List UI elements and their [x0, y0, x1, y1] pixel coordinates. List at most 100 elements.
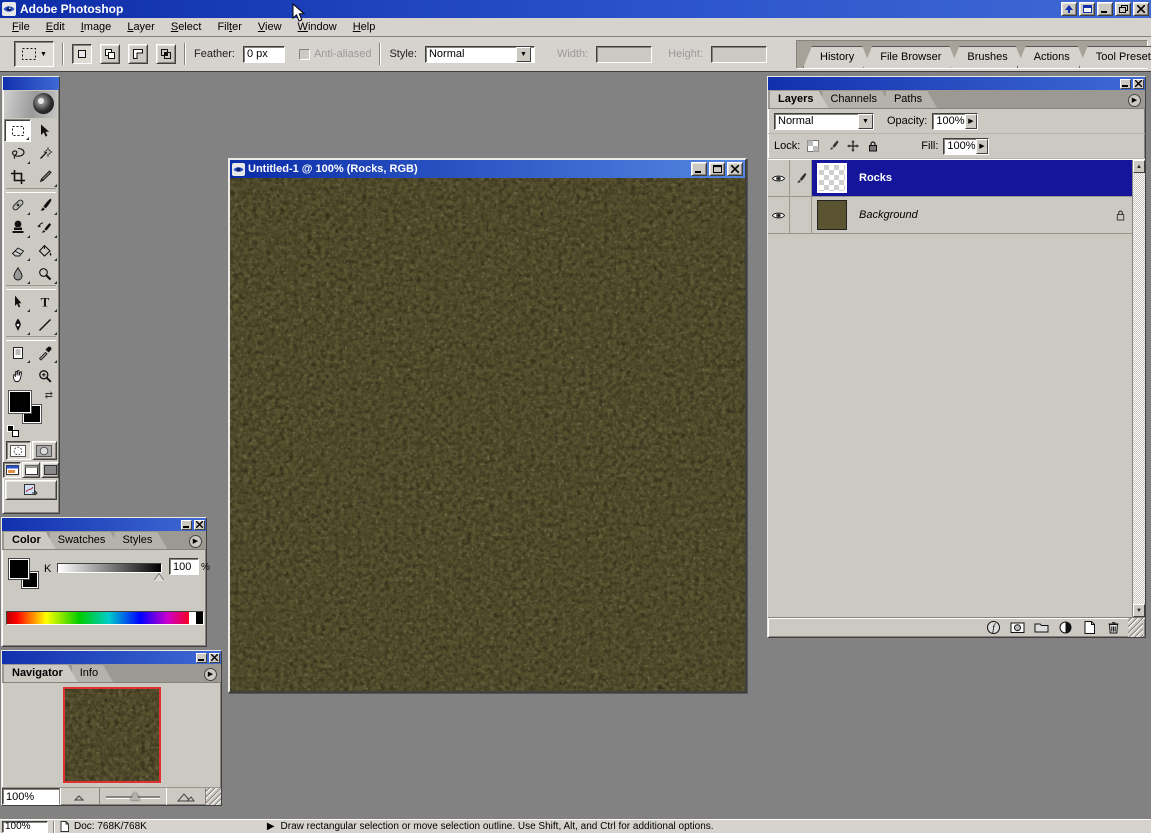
resize-grip[interactable]: [206, 788, 221, 805]
selection-mode-new-button[interactable]: [72, 44, 92, 64]
style-dropdown-arrow-icon[interactable]: ▼: [516, 47, 531, 62]
visibility-eye-icon[interactable]: [768, 197, 790, 233]
active-brush-icon[interactable]: [790, 160, 812, 196]
standard-screen-mode-button[interactable]: [3, 462, 21, 478]
add-layer-mask-icon[interactable]: [1008, 620, 1026, 636]
close-icon[interactable]: [1133, 79, 1144, 89]
canvas[interactable]: [230, 178, 745, 691]
tool-healing-brush[interactable]: [4, 193, 31, 216]
dropdown-arrow-icon[interactable]: ▼: [858, 114, 873, 129]
menu-file[interactable]: File: [4, 18, 38, 37]
photoshop-logo[interactable]: [5, 91, 57, 118]
scroll-down-icon[interactable]: ▼: [1133, 604, 1145, 617]
tool-history-brush[interactable]: [31, 216, 58, 239]
navigator-titlebar[interactable]: [2, 651, 221, 664]
palette-well-tab-history[interactable]: History: [803, 46, 871, 68]
tab-color[interactable]: Color: [4, 532, 56, 549]
menu-select[interactable]: Select: [163, 18, 210, 37]
menu-view[interactable]: View: [250, 18, 290, 37]
tool-type[interactable]: T: [31, 290, 58, 313]
close-icon[interactable]: [194, 520, 205, 530]
menu-edit[interactable]: Edit: [38, 18, 73, 37]
palette-well-tab-brushes[interactable]: Brushes: [950, 46, 1024, 68]
tool-slice[interactable]: [31, 165, 58, 188]
palette-well-tab-file-browser[interactable]: File Browser: [863, 46, 958, 68]
layer-thumbnail-background[interactable]: [817, 200, 847, 230]
style-dropdown[interactable]: Normal ▼: [425, 46, 535, 63]
close-icon[interactable]: [209, 653, 220, 663]
slider-thumb[interactable]: [130, 792, 140, 800]
toolbox-titlebar[interactable]: [3, 77, 59, 90]
tool-pen[interactable]: [4, 313, 31, 336]
visibility-eye-icon[interactable]: [768, 160, 790, 196]
selection-mode-add-button[interactable]: [100, 44, 120, 64]
zoom-out-icon[interactable]: [60, 788, 100, 805]
layers-titlebar[interactable]: [768, 77, 1145, 90]
tool-blur[interactable]: [4, 262, 31, 285]
feather-input[interactable]: [243, 46, 285, 63]
fullscreen-with-menu-button[interactable]: [22, 462, 40, 478]
doc-maximize-button[interactable]: [709, 162, 725, 176]
navigator-zoom-slider[interactable]: [100, 788, 166, 805]
tab-navigator[interactable]: Navigator: [4, 665, 78, 682]
palette-menu-icon[interactable]: ▶: [189, 535, 202, 548]
minimize-icon[interactable]: [181, 520, 192, 530]
tool-clone-stamp[interactable]: [4, 216, 31, 239]
lock-position-icon[interactable]: [845, 139, 860, 154]
link-cell-empty[interactable]: [790, 197, 812, 233]
layer-thumbnail-transparent[interactable]: [817, 163, 847, 193]
tool-rectangular-marquee[interactable]: [4, 119, 31, 142]
zoom-in-icon[interactable]: [166, 788, 206, 805]
palette-well-tab-actions[interactable]: Actions: [1017, 46, 1087, 68]
new-layer-set-icon[interactable]: [1032, 620, 1050, 636]
tool-move[interactable]: [31, 119, 58, 142]
tool-brush[interactable]: [31, 193, 58, 216]
tab-swatches[interactable]: Swatches: [50, 532, 121, 549]
resize-grip[interactable]: [1128, 618, 1143, 637]
tab-layers[interactable]: Layers: [770, 91, 828, 108]
tab-channels[interactable]: Channels: [822, 91, 891, 108]
tool-line[interactable]: [31, 313, 58, 336]
foreground-color-swatch[interactable]: [9, 391, 31, 413]
doc-size-label[interactable]: Doc: 768K/768K: [74, 821, 147, 832]
menu-image[interactable]: Image: [73, 18, 120, 37]
document-titlebar[interactable]: Untitled-1 @ 100% (Rocks, RGB): [230, 160, 745, 178]
stepper-arrow-icon[interactable]: ▶: [976, 139, 989, 154]
layer-name[interactable]: Background: [852, 197, 1115, 233]
tool-zoom[interactable]: [31, 364, 58, 387]
tool-dodge[interactable]: [31, 262, 58, 285]
antialiased-checkbox[interactable]: [299, 49, 310, 60]
minimize-icon[interactable]: [196, 653, 207, 663]
navigator-view-box[interactable]: [63, 687, 161, 783]
lock-transparency-icon[interactable]: [805, 139, 820, 154]
layer-row-background[interactable]: Background: [768, 197, 1132, 234]
layer-row-rocks[interactable]: Rocks: [768, 160, 1132, 197]
tool-notes[interactable]: [4, 341, 31, 364]
swap-colors-icon[interactable]: ⇄: [45, 390, 53, 401]
adjustment-layer-icon[interactable]: [1056, 620, 1074, 636]
doc-close-button[interactable]: [727, 162, 743, 176]
titlebar-util-window-icon[interactable]: [1079, 2, 1095, 16]
tool-lasso[interactable]: [4, 142, 31, 165]
tool-preset-picker[interactable]: ▼: [14, 41, 54, 67]
tab-styles[interactable]: Styles: [114, 532, 167, 549]
lock-all-icon[interactable]: [865, 139, 880, 154]
foreground-color-swatch[interactable]: [9, 559, 29, 579]
tool-crop[interactable]: [4, 165, 31, 188]
palette-menu-icon[interactable]: ▶: [204, 668, 217, 681]
menu-window[interactable]: Window: [290, 18, 345, 37]
fill-input[interactable]: 100% ▶: [943, 138, 989, 155]
layer-style-icon[interactable]: f: [984, 620, 1002, 636]
status-zoom-input[interactable]: [2, 821, 48, 833]
tab-paths[interactable]: Paths: [886, 91, 937, 108]
selection-mode-intersect-button[interactable]: [156, 44, 176, 64]
scroll-up-icon[interactable]: ▲: [1133, 160, 1145, 173]
color-palette-titlebar[interactable]: [2, 518, 206, 531]
tool-magic-wand[interactable]: [31, 142, 58, 165]
menu-layer[interactable]: Layer: [119, 18, 163, 37]
restore-button[interactable]: [1115, 2, 1131, 16]
k-value-input[interactable]: [169, 558, 199, 575]
k-slider-thumb[interactable]: [154, 574, 164, 581]
blend-mode-dropdown[interactable]: Normal ▼: [774, 113, 874, 130]
opacity-input[interactable]: 100% ▶: [932, 113, 978, 130]
